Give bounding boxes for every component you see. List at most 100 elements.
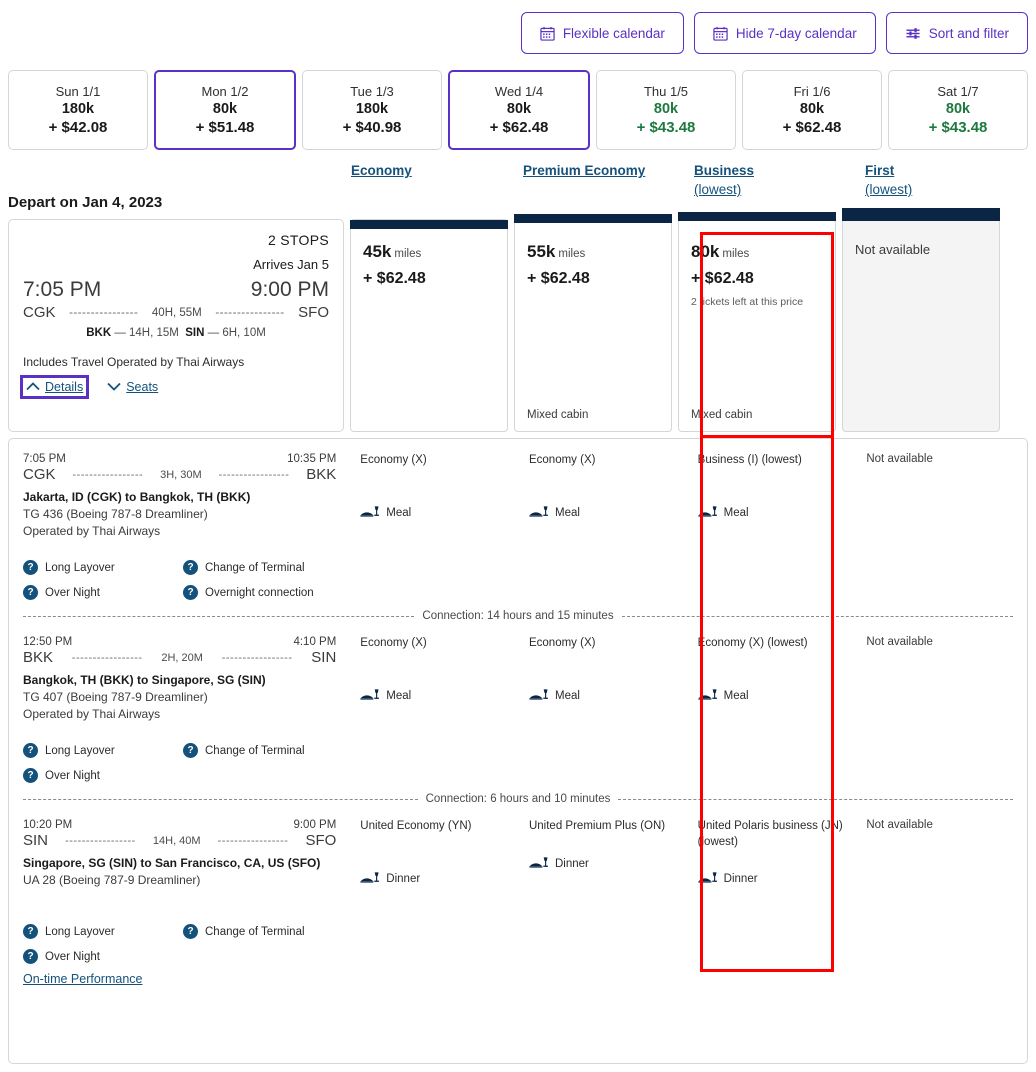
meal-info: Meal [529, 688, 682, 704]
chevron-up-icon [26, 380, 40, 394]
fare-price: + $62.48 [527, 270, 590, 287]
fare-miles-unit: miles [722, 248, 750, 260]
seats-toggle[interactable]: Seats [104, 378, 161, 396]
segment-city-pair: Jakarta, ID (CGK) to Bangkok, TH (BKK) [23, 490, 251, 504]
fare-card-accent-bar [514, 214, 672, 223]
tab-first-label[interactable]: First [865, 163, 912, 178]
flexible-calendar-button[interactable]: Flexible calendar [520, 12, 684, 54]
fare-card-premium-economy[interactable]: 55k miles + $62.48 Mixed cabin [514, 214, 672, 432]
badge-long-layover[interactable]: ? Long Layover [23, 924, 183, 939]
fare-price: + $62.48 [363, 270, 426, 287]
segment-times: 10:20 PM 9:00 PM [23, 819, 336, 831]
segment-dashes-right: ----------------- [221, 651, 293, 664]
badge-label: Over Night [45, 586, 100, 599]
question-mark-icon: ? [23, 560, 38, 575]
segment-3-info: 10:20 PM 9:00 PM SIN ----------------- 1… [9, 819, 350, 964]
meal-label: Dinner [723, 873, 758, 886]
badge-long-layover[interactable]: ? Long Layover [23, 743, 183, 758]
sort-and-filter-button[interactable]: Sort and filter [885, 12, 1028, 54]
details-toggle[interactable]: Details [19, 375, 90, 399]
question-mark-icon: ? [23, 768, 38, 783]
badge-over-night[interactable]: ? Over Night [23, 585, 183, 600]
badge-change-of-terminal[interactable]: ? Change of Terminal [183, 743, 336, 758]
day-option-fri-1-6[interactable]: Fri 1/6 80k + $62.48 [742, 70, 882, 150]
badge-over-night[interactable]: ? Over Night [23, 768, 183, 783]
tab-business-label[interactable]: Business [694, 163, 754, 178]
meal-info: Dinner [529, 856, 682, 872]
seats-label: Seats [126, 380, 159, 394]
day-miles: 80k [799, 101, 825, 117]
fare-card-first: Not available [842, 208, 1000, 432]
day-option-mon-1-2[interactable]: Mon 1/2 80k + $51.48 [154, 70, 296, 150]
on-time-performance-link[interactable]: On-time Performance [23, 972, 142, 986]
segment-dashes-right: ----------------- [218, 468, 290, 481]
day-label: Sun 1/1 [55, 84, 101, 99]
segment-2-economy-cell: Economy (X) Meal [350, 636, 519, 783]
segment-1-first-cell: Not available [856, 453, 1027, 600]
fare-miles: 45k miles [363, 242, 495, 262]
meal-info: Dinner [360, 871, 513, 887]
fare-card-economy[interactable]: 45k miles + $62.48 [350, 219, 508, 432]
fare-mixed-cabin-note: Mixed cabin [527, 409, 589, 421]
seven-day-calendar-strip: Sun 1/1 180k + $42.08 Mon 1/2 80k + $51.… [8, 70, 1028, 150]
summary-destination-code: SFO [298, 304, 329, 321]
tab-premium-economy[interactable]: Premium Economy [523, 163, 645, 178]
tab-business-lowest-label[interactable]: (lowest) [694, 182, 754, 197]
fare-card-business[interactable]: 80k miles + $62.48 2 tickets left at this… [678, 212, 836, 432]
day-miles: 80k [506, 101, 532, 117]
meal-label: Meal [386, 506, 412, 519]
day-option-wed-1-4[interactable]: Wed 1/4 80k + $62.48 [448, 70, 590, 150]
badge-label: Change of Terminal [205, 744, 305, 757]
segment-2-badges: ? Long Layover ? Change of Terminal ? Ov… [23, 743, 336, 783]
meal-label: Dinner [554, 857, 589, 870]
summary-depart-time: 7:05 PM [23, 278, 102, 301]
segment-arrive-time: 9:00 PM [293, 819, 337, 831]
segment-city-pair: Singapore, SG (SIN) to San Francisco, CA… [23, 856, 321, 870]
fare-mixed-cabin-note: Mixed cabin [691, 409, 753, 421]
divider-line-left [23, 615, 415, 617]
meal-icon [360, 505, 380, 521]
day-price: + $42.08 [48, 119, 108, 136]
segment-1-badges: ? Long Layover ? Change of Terminal ? Ov… [23, 560, 336, 600]
flight-details-panel: 7:05 PM 10:35 PM CGK ----------------- 3… [8, 438, 1028, 1064]
stops-count: 2 STOPS [268, 232, 329, 248]
day-option-sun-1-1[interactable]: Sun 1/1 180k + $42.08 [8, 70, 148, 150]
hide-7-day-calendar-label: Hide 7-day calendar [735, 25, 857, 41]
connection-divider-2: Connection: 6 hours and 10 minutes [23, 793, 1014, 805]
tab-first[interactable]: First (lowest) [865, 163, 912, 197]
arrival-date: Arrives Jan 5 [253, 257, 329, 272]
operated-by-note: Includes Travel Operated by Thai Airways [23, 355, 245, 369]
day-option-thu-1-5[interactable]: Thu 1/5 80k + $43.48 [596, 70, 736, 150]
badge-overnight-connection[interactable]: ? Overnight connection [183, 585, 336, 600]
tab-economy-label[interactable]: Economy [351, 163, 412, 178]
segment-city-pair: Bangkok, TH (BKK) to Singapore, SG (SIN) [23, 673, 266, 687]
day-option-sat-1-7[interactable]: Sat 1/7 80k + $43.48 [888, 70, 1028, 150]
fare-miles-value: 80k [691, 242, 720, 261]
segment-operated-by: Operated by Thai Airways [23, 707, 161, 721]
segment-dashes-left: ----------------- [71, 651, 143, 664]
meal-label: Meal [554, 506, 580, 519]
meal-info: Meal [529, 505, 682, 521]
route-dashes-left: ---------------- [69, 306, 139, 319]
badge-change-of-terminal[interactable]: ? Change of Terminal [183, 560, 336, 575]
tab-economy[interactable]: Economy [351, 163, 412, 178]
tab-premium-economy-label[interactable]: Premium Economy [523, 163, 645, 178]
badge-over-night[interactable]: ? Over Night [23, 949, 183, 964]
badge-label: Long Layover [45, 744, 115, 757]
day-price: + $43.48 [636, 119, 696, 136]
badge-change-of-terminal[interactable]: ? Change of Terminal [183, 924, 336, 939]
day-option-tue-1-3[interactable]: Tue 1/3 180k + $40.98 [302, 70, 442, 150]
sort-and-filter-label: Sort and filter [928, 25, 1009, 41]
tab-business[interactable]: Business (lowest) [694, 163, 754, 197]
tab-first-lowest-label[interactable]: (lowest) [865, 182, 912, 197]
segment-2-premium-economy-cell: Economy (X) Meal [519, 636, 688, 783]
segment-operated-by: Operated by Thai Airways [23, 524, 161, 538]
flexible-calendar-label: Flexible calendar [562, 25, 665, 41]
meal-info: Dinner [698, 871, 851, 887]
meal-label: Meal [386, 689, 412, 702]
badge-long-layover[interactable]: ? Long Layover [23, 560, 183, 575]
hide-7-day-calendar-button[interactable]: Hide 7-day calendar [693, 12, 876, 54]
segment-depart-time: 7:05 PM [23, 453, 66, 465]
route-dashes-right: ---------------- [215, 306, 285, 319]
day-miles: 80k [653, 101, 679, 117]
